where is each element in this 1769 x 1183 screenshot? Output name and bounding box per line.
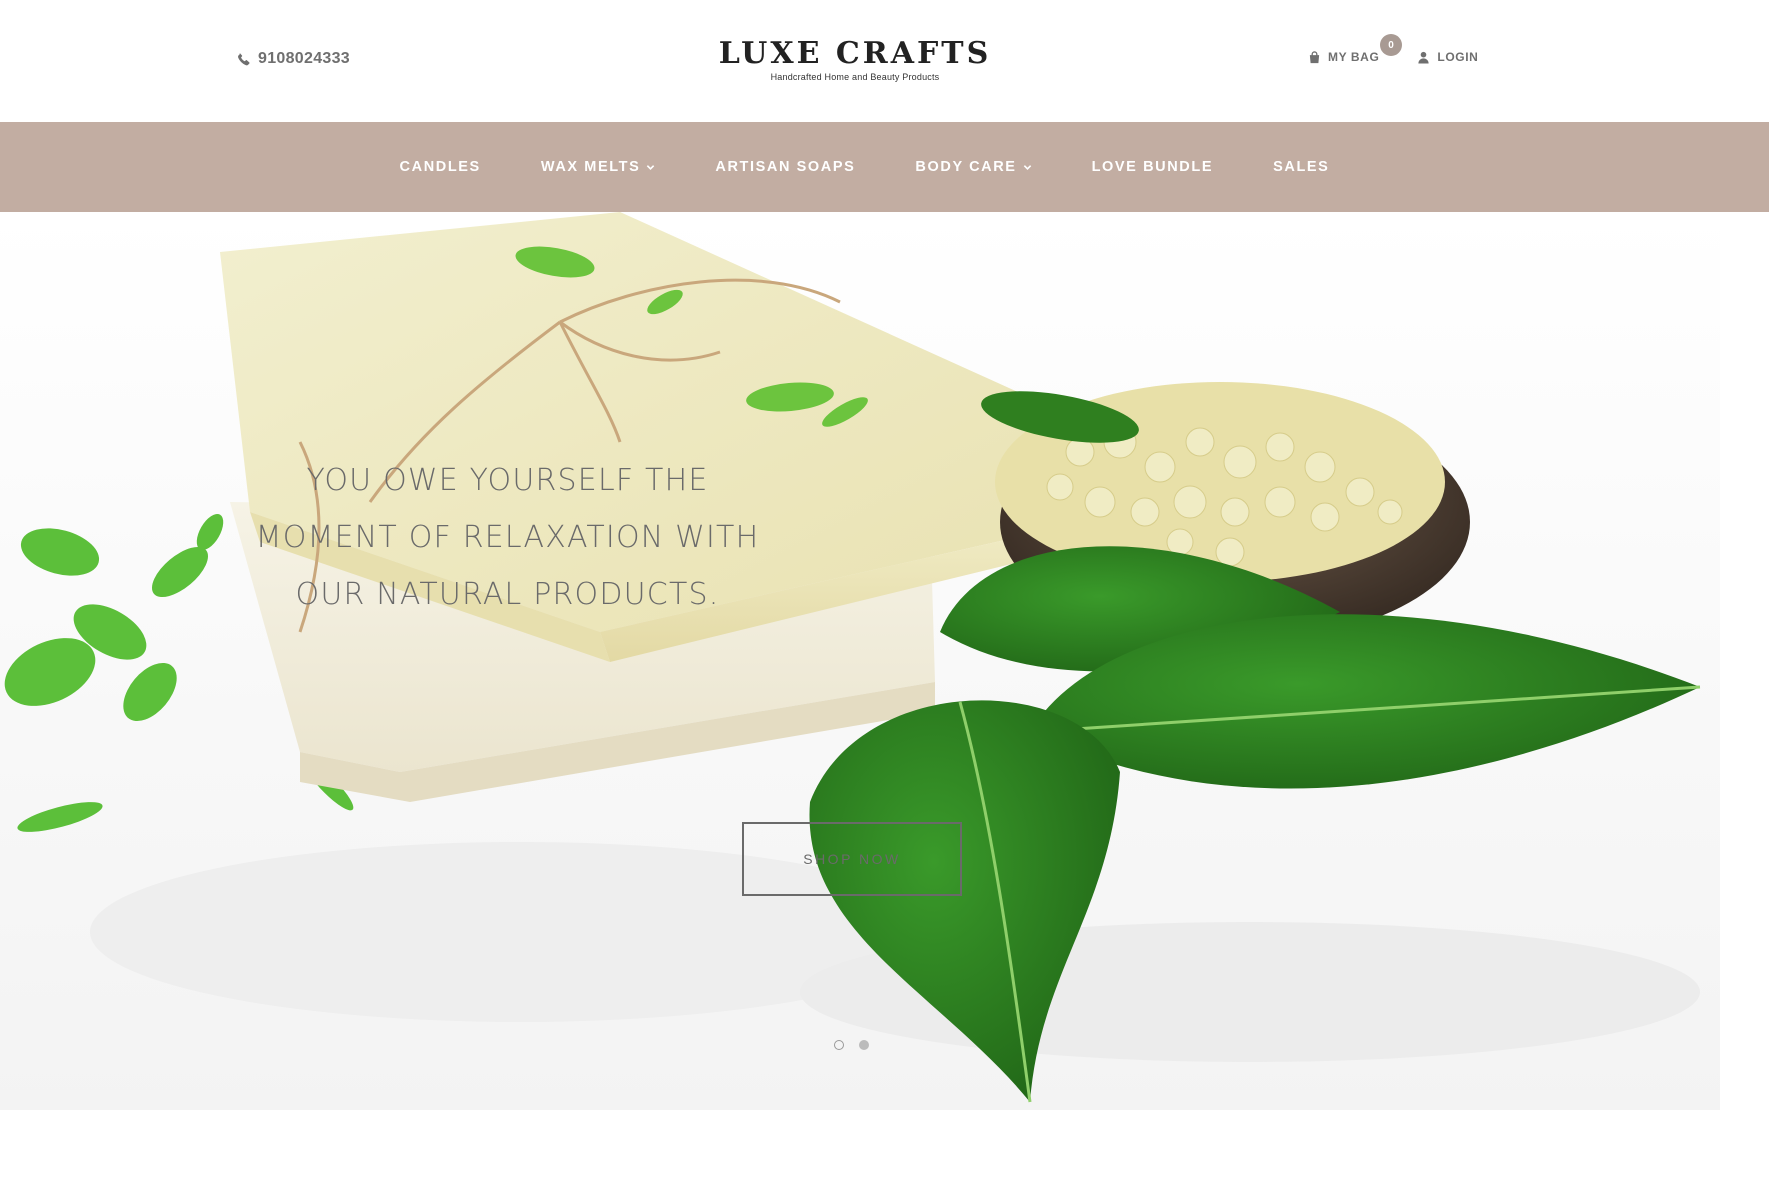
nav-item-label: SALES bbox=[1273, 159, 1330, 175]
nav-item-label: LOVE BUNDLE bbox=[1091, 159, 1214, 175]
nav-item-label: CANDLES bbox=[399, 159, 481, 175]
slider-dot-1[interactable] bbox=[834, 1040, 844, 1050]
nav-item-sales[interactable]: SALES bbox=[1243, 159, 1359, 175]
nav-item-body-care[interactable]: BODY CARE bbox=[885, 159, 1061, 175]
shop-now-button[interactable]: SHOP NOW bbox=[742, 822, 962, 896]
nav-item-wax-melts[interactable]: WAX MELTS bbox=[511, 159, 686, 175]
login-label: LOGIN bbox=[1437, 50, 1479, 64]
nav-item-candles[interactable]: CANDLES bbox=[370, 159, 511, 175]
slider-dot-2[interactable] bbox=[859, 1040, 869, 1050]
chevron-down-icon bbox=[1023, 164, 1031, 170]
nav-item-label: WAX MELTS bbox=[540, 159, 641, 175]
hero-headline-line-3: OUR NATURAL PRODUCTS. bbox=[295, 577, 720, 612]
hero-headline-line-2: MOMENT OF RELAXATION WITH bbox=[255, 520, 760, 555]
hero-headline-line-1: YOU OWE YOURSELF THE bbox=[306, 463, 709, 498]
user-icon bbox=[1418, 51, 1429, 64]
my-bag-content: MY BAG bbox=[1308, 50, 1379, 64]
bag-count-badge: 0 bbox=[1380, 34, 1402, 56]
shopping-bag-icon bbox=[1309, 50, 1320, 63]
hero-image bbox=[0, 212, 1769, 1110]
top-header: 9108024333 LUXE CRAFTS Handcrafted Home … bbox=[0, 0, 1769, 122]
nav-item-label: ARTISAN SOAPS bbox=[715, 159, 856, 175]
logo-tagline: Handcrafted Home and Beauty Products bbox=[770, 72, 940, 82]
nav-item-label: BODY CARE bbox=[915, 159, 1017, 175]
nav-item-love-bundle[interactable]: LOVE BUNDLE bbox=[1062, 159, 1244, 175]
my-bag-link[interactable]: MY BAG 0 bbox=[1308, 34, 1402, 64]
hero-headline: YOU OWE YOURSELF THE MOMENT OF RELAXATIO… bbox=[230, 452, 785, 623]
hero-slider: YOU OWE YOURSELF THE MOMENT OF RELAXATIO… bbox=[0, 212, 1769, 1110]
nav-list: CANDLES WAX MELTS ARTISAN SOAPS BODY CARE LO… bbox=[0, 122, 1769, 212]
main-navigation: CANDLES WAX MELTS ARTISAN SOAPS BODY CARE LO… bbox=[0, 122, 1769, 212]
account-links: MY BAG 0 LOGIN bbox=[1308, 34, 1478, 64]
my-bag-label: MY BAG bbox=[1328, 50, 1380, 64]
login-link[interactable]: LOGIN bbox=[1417, 50, 1478, 64]
slider-pagination bbox=[834, 1040, 869, 1050]
nav-item-artisan-soaps[interactable]: ARTISAN SOAPS bbox=[685, 159, 885, 175]
chevron-down-icon bbox=[647, 164, 655, 170]
